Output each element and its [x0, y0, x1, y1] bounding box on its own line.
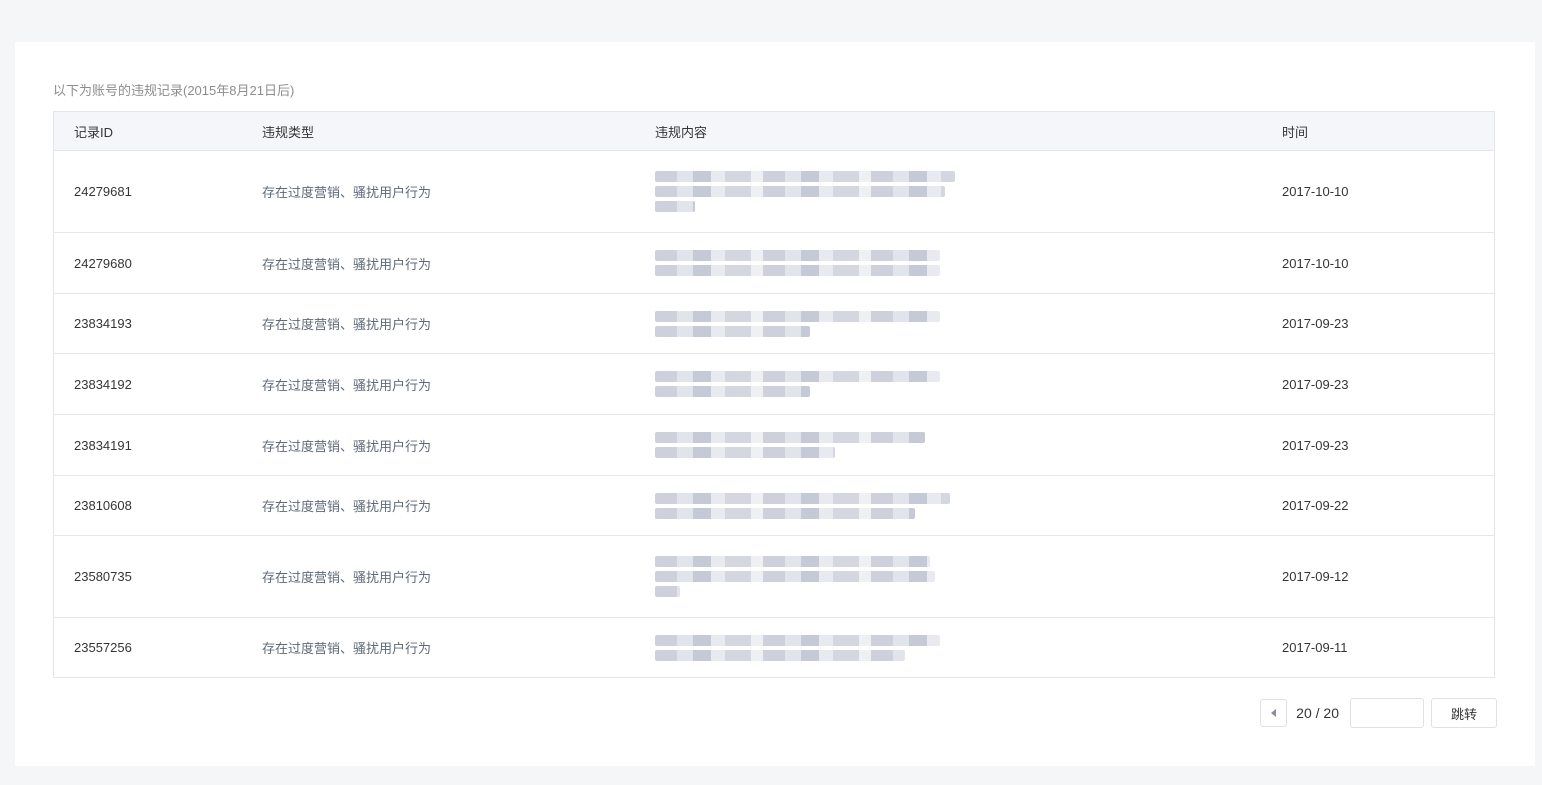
violation-type-cell: 存在过度营销、骚扰用户行为	[262, 353, 655, 415]
violation-type-cell: 存在过度营销、骚扰用户行为	[262, 535, 655, 618]
record-id-cell: 23834193	[53, 293, 262, 354]
time-cell: 2017-09-23	[1282, 353, 1495, 415]
page-jump-input[interactable]	[1350, 698, 1424, 728]
table-row: 23810608 存在过度营销、骚扰用户行为 2017-09-22	[53, 475, 1495, 536]
table-row: 23834193 存在过度营销、骚扰用户行为 2017-09-23	[53, 293, 1495, 354]
page-indicator: 20 / 20	[1296, 705, 1339, 721]
violation-records-table: 记录ID 违规类型 违规内容 时间 24279681 存在过度营销、骚扰用户行为…	[53, 111, 1495, 678]
table-row: 23580735 存在过度营销、骚扰用户行为 2017-09-12	[53, 535, 1495, 618]
header-record-id: 记录ID	[53, 111, 262, 151]
violation-records-panel: 以下为账号的违规记录(2015年8月21日后) 记录ID 违规类型 违规内容 时…	[15, 42, 1535, 766]
violation-content-redacted	[655, 293, 1282, 354]
violation-content-redacted	[655, 232, 1282, 294]
header-violation-content: 违规内容	[655, 111, 1282, 151]
violation-type-cell: 存在过度营销、骚扰用户行为	[262, 293, 655, 354]
pagination: 20 / 20 跳转	[1260, 698, 1497, 728]
time-cell: 2017-09-12	[1282, 535, 1495, 618]
time-cell: 2017-10-10	[1282, 150, 1495, 233]
violation-type-cell: 存在过度营销、骚扰用户行为	[262, 475, 655, 536]
violation-content-redacted	[655, 150, 1282, 233]
record-id-cell: 23834192	[53, 353, 262, 415]
table-row: 23834192 存在过度营销、骚扰用户行为 2017-09-23	[53, 353, 1495, 415]
violation-content-redacted	[655, 414, 1282, 476]
prev-page-button[interactable]	[1260, 699, 1288, 727]
time-cell: 2017-09-22	[1282, 475, 1495, 536]
record-id-cell: 24279680	[53, 232, 262, 294]
table-row: 24279681 存在过度营销、骚扰用户行为 2017-10-10	[53, 150, 1495, 233]
time-cell: 2017-09-23	[1282, 293, 1495, 354]
records-caption: 以下为账号的违规记录(2015年8月21日后)	[53, 83, 295, 98]
header-violation-type: 违规类型	[262, 111, 655, 151]
table-row: 23557256 存在过度营销、骚扰用户行为 2017-09-11	[53, 617, 1495, 678]
record-id-cell: 23834191	[53, 414, 262, 476]
table-row: 24279680 存在过度营销、骚扰用户行为 2017-10-10	[53, 232, 1495, 294]
violation-content-redacted	[655, 475, 1282, 536]
record-id-cell: 24279681	[53, 150, 262, 233]
violation-type-cell: 存在过度营销、骚扰用户行为	[262, 617, 655, 678]
time-cell: 2017-10-10	[1282, 232, 1495, 294]
table-row: 23834191 存在过度营销、骚扰用户行为 2017-09-23	[53, 414, 1495, 476]
violation-content-redacted	[655, 617, 1282, 678]
violation-type-cell: 存在过度营销、骚扰用户行为	[262, 150, 655, 233]
time-cell: 2017-09-11	[1282, 617, 1495, 678]
record-id-cell: 23557256	[53, 617, 262, 678]
record-id-cell: 23810608	[53, 475, 262, 536]
violation-content-redacted	[655, 535, 1282, 618]
caret-left-icon	[1270, 709, 1276, 717]
time-cell: 2017-09-23	[1282, 414, 1495, 476]
violation-type-cell: 存在过度营销、骚扰用户行为	[262, 414, 655, 476]
jump-button[interactable]: 跳转	[1431, 698, 1497, 728]
violation-content-redacted	[655, 353, 1282, 415]
violation-type-cell: 存在过度营销、骚扰用户行为	[262, 232, 655, 294]
header-time: 时间	[1282, 111, 1495, 151]
table-header-row: 记录ID 违规类型 违规内容 时间	[53, 111, 1495, 151]
record-id-cell: 23580735	[53, 535, 262, 618]
